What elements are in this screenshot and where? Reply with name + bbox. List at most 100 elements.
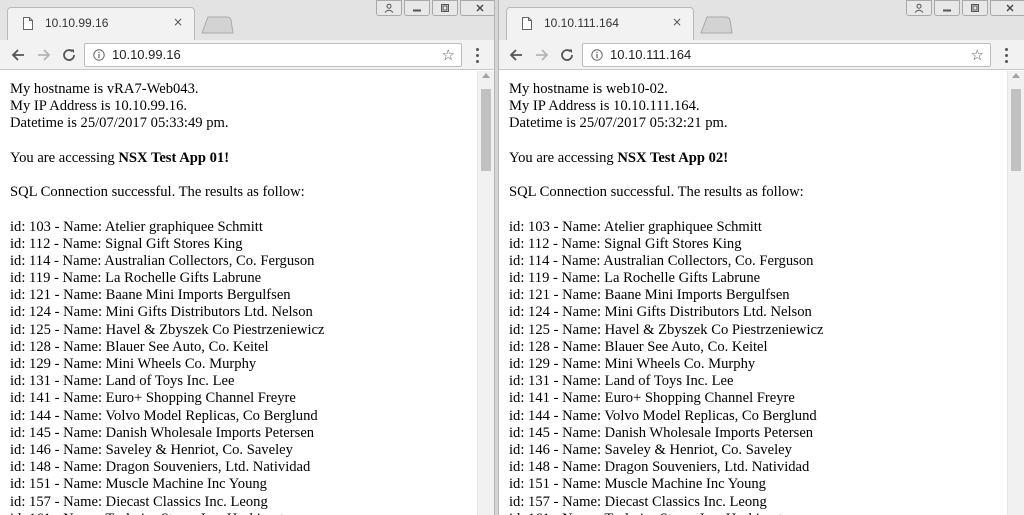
browser-toolbar: 10.10.111.164 ☆ xyxy=(499,40,1024,70)
scroll-up-icon[interactable] xyxy=(1012,73,1020,78)
info-icon[interactable] xyxy=(591,49,603,61)
result-row: id: 141 - Name: Euro+ Shopping Channel F… xyxy=(10,390,296,407)
minimize-button[interactable] xyxy=(404,0,430,16)
restore-button[interactable] xyxy=(962,0,988,16)
result-row: id: 151 - Name: Muscle Machine Inc Young xyxy=(509,476,766,493)
tab-title: 10.10.99.16 xyxy=(45,16,109,30)
title-bar: 10.10.111.164 × xyxy=(499,0,1024,40)
scrollbar-thumb[interactable] xyxy=(481,89,491,171)
forward-button[interactable] xyxy=(532,45,552,65)
datetime-line: Datetime is 25/07/2017 05:33:49 pm. xyxy=(10,115,229,132)
result-row: id: 124 - Name: Mini Gifts Distributors … xyxy=(10,304,313,321)
window-controls xyxy=(906,0,1024,18)
url-text[interactable]: 10.10.111.164 xyxy=(610,47,691,62)
result-row: id: 141 - Name: Euro+ Shopping Channel F… xyxy=(509,390,795,407)
result-row: id: 121 - Name: Baane Mini Imports Bergu… xyxy=(509,287,790,304)
result-row: id: 112 - Name: Signal Gift Stores King xyxy=(10,235,243,252)
result-row: id: 161 - Name: Technics Stores Inc. Has… xyxy=(10,511,325,515)
url-text[interactable]: 10.10.99.16 xyxy=(112,47,181,62)
page-content: My hostname is web10-02. My IP Address i… xyxy=(509,81,824,515)
result-row: id: 144 - Name: Volvo Model Replicas, Co… xyxy=(509,407,817,424)
result-row: id: 119 - Name: La Rochelle Gifts Labrun… xyxy=(509,270,761,287)
address-bar[interactable]: 10.10.99.16 ☆ xyxy=(84,43,462,67)
new-tab-button[interactable] xyxy=(699,16,733,34)
result-row: id: 161 - Name: Technics Stores Inc. Has… xyxy=(509,511,824,515)
forward-arrow-icon xyxy=(536,49,549,61)
star-icon[interactable]: ☆ xyxy=(971,46,984,64)
result-row: id: 129 - Name: Mini Wheels Co. Murphy xyxy=(10,356,257,372)
tab-active[interactable]: 10.10.99.16 × xyxy=(7,7,195,40)
result-row: id: 145 - Name: Danish Wholesale Imports… xyxy=(10,424,315,441)
sql-status-line: SQL Connection successful. The results a… xyxy=(509,184,804,201)
scrollbar-thumb[interactable] xyxy=(1011,89,1021,171)
app-name: NSX Test App 02! xyxy=(617,149,729,166)
result-row: id: 103 - Name: Atelier graphiquee Schmi… xyxy=(509,218,762,235)
result-row: id: 103 - Name: Atelier graphiquee Schmi… xyxy=(10,218,263,235)
window-controls xyxy=(376,0,494,18)
reload-icon xyxy=(561,49,573,61)
results-list: id: 103 - Name: Atelier graphiquee Schmi… xyxy=(509,219,824,515)
tab-active[interactable]: 10.10.111.164 × xyxy=(506,7,694,40)
back-button[interactable] xyxy=(8,45,28,65)
user-icon[interactable] xyxy=(376,0,402,16)
result-row: id: 124 - Name: Mini Gifts Distributors … xyxy=(509,304,812,321)
result-row: id: 131 - Name: Land of Toys Inc. Lee xyxy=(10,373,235,390)
browser-toolbar: 10.10.99.16 ☆ xyxy=(0,40,494,70)
result-row: id: 125 - Name: Havel & Zbyszek Co Piest… xyxy=(509,321,824,338)
tab-close-icon[interactable]: × xyxy=(170,14,186,30)
page-viewport: My hostname is vRA7-Web043. My IP Addres… xyxy=(0,71,494,515)
result-row: id: 121 - Name: Baane Mini Imports Bergu… xyxy=(10,287,291,304)
reload-button[interactable] xyxy=(557,45,577,65)
star-icon[interactable]: ☆ xyxy=(442,46,455,64)
accessing-line: You are accessing NSX Test App 01! xyxy=(10,150,325,167)
page-content: My hostname is vRA7-Web043. My IP Addres… xyxy=(10,81,325,515)
vertical-scrollbar[interactable] xyxy=(477,71,494,515)
result-row: id: 114 - Name: Australian Collectors, C… xyxy=(509,252,814,269)
result-row: id: 157 - Name: Diecast Classics Inc. Le… xyxy=(10,493,268,510)
result-row: id: 148 - Name: Dragon Souveniers, Ltd. … xyxy=(10,459,311,476)
result-row: id: 129 - Name: Mini Wheels Co. Murphy xyxy=(509,356,756,372)
app-name: NSX Test App 01! xyxy=(118,149,230,166)
info-icon[interactable] xyxy=(93,49,105,61)
title-bar: 10.10.99.16 × xyxy=(0,0,494,40)
result-row: id: 157 - Name: Diecast Classics Inc. Le… xyxy=(509,493,767,510)
ip-line: My IP Address is 10.10.111.164. xyxy=(509,98,700,115)
menu-icon[interactable] xyxy=(1000,46,1012,64)
minimize-button[interactable] xyxy=(934,0,960,16)
close-window-button[interactable] xyxy=(990,0,1024,16)
result-row: id: 114 - Name: Australian Collectors, C… xyxy=(10,252,315,269)
results-list: id: 103 - Name: Atelier graphiquee Schmi… xyxy=(10,219,325,515)
accessing-prefix: You are accessing xyxy=(509,149,618,166)
new-tab-button[interactable] xyxy=(200,16,234,34)
result-row: id: 112 - Name: Signal Gift Stores King xyxy=(509,235,742,252)
back-arrow-icon xyxy=(11,49,24,61)
back-button[interactable] xyxy=(506,45,526,65)
close-window-button[interactable] xyxy=(460,0,494,16)
user-icon[interactable] xyxy=(906,0,932,16)
result-row: id: 131 - Name: Land of Toys Inc. Lee xyxy=(509,373,734,390)
result-row: id: 145 - Name: Danish Wholesale Imports… xyxy=(509,424,814,441)
reload-icon xyxy=(63,49,75,61)
result-row: id: 146 - Name: Saveley & Henriot, Co. S… xyxy=(10,441,293,458)
back-arrow-icon xyxy=(509,49,522,61)
menu-icon[interactable] xyxy=(471,46,483,64)
result-row: id: 148 - Name: Dragon Souveniers, Ltd. … xyxy=(509,459,810,476)
reload-button[interactable] xyxy=(59,45,79,65)
page-icon xyxy=(522,17,532,30)
forward-button[interactable] xyxy=(34,45,54,65)
result-row: id: 151 - Name: Muscle Machine Inc Young xyxy=(10,476,267,493)
hostname-line: My hostname is vRA7-Web043. xyxy=(10,81,199,97)
tab-close-icon[interactable]: × xyxy=(669,14,685,30)
browser-window-right: 10.10.111.164 × 10.10.111.164 ☆ My hostn… xyxy=(499,0,1024,515)
accessing-line: You are accessing NSX Test App 02! xyxy=(509,150,824,167)
vertical-scrollbar[interactable] xyxy=(1007,71,1024,515)
scroll-up-icon[interactable] xyxy=(482,73,490,78)
restore-button[interactable] xyxy=(432,0,458,16)
address-bar[interactable]: 10.10.111.164 ☆ xyxy=(582,43,991,67)
